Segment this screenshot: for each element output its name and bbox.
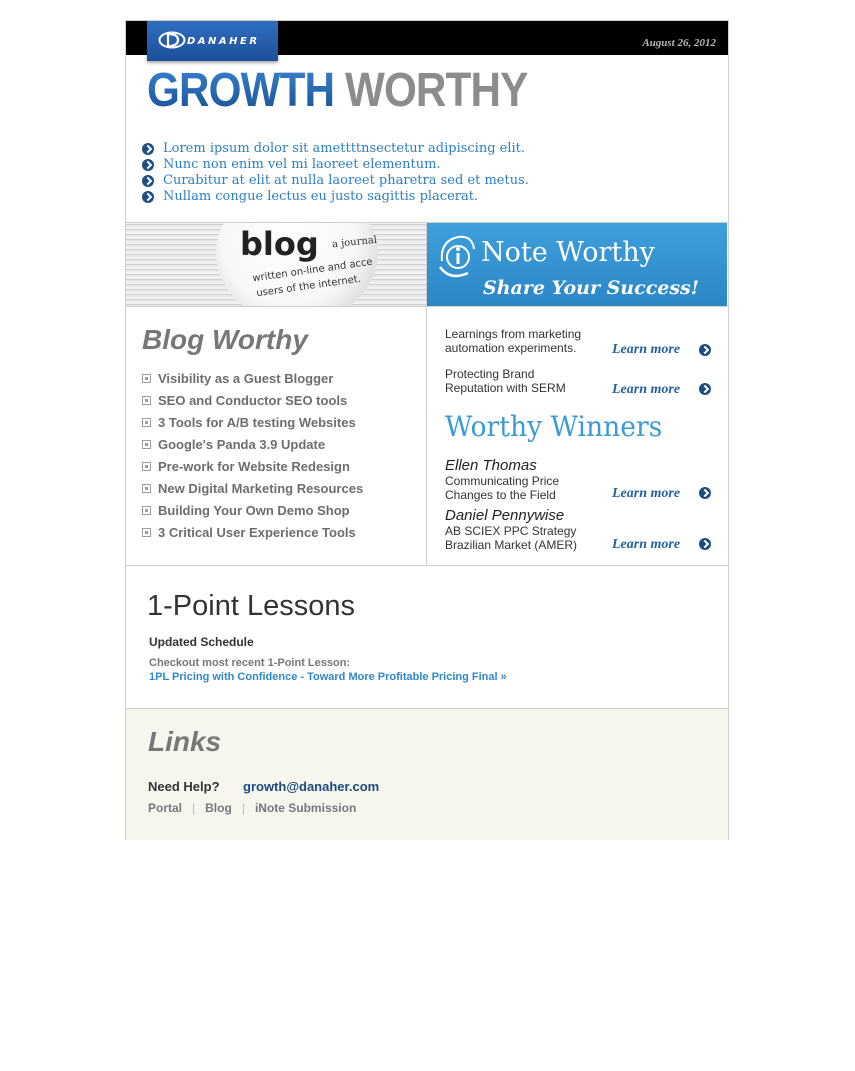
newsletter-title: GROWTH WORTHY [147, 64, 528, 117]
blog-post-link[interactable]: SEO and Conductor SEO tools [142, 393, 363, 415]
blog-worthy-list: Visibility as a Guest Blogger SEO and Co… [142, 371, 363, 547]
chevron-right-icon [142, 143, 154, 155]
nav-separator: | [192, 801, 196, 815]
inote-subtitle: Share Your Success! [483, 277, 700, 299]
help-email-link[interactable]: growth@danaher.com [243, 779, 379, 794]
worthy-winners-heading: Worthy Winners [445, 410, 663, 443]
chevron-right-icon[interactable] [699, 383, 711, 395]
intro-bullet-list: Lorem ipsum dolor sit amettttnsectetur a… [142, 141, 529, 205]
links-section: Links Need Help? growth@danaher.com Port… [126, 708, 728, 840]
newsletter-frame: August 26, 2012 DANAHER GROWTH WORTHY Lo… [125, 20, 729, 840]
chevron-right-icon [142, 191, 154, 203]
winner-name: Ellen Thomas [445, 457, 537, 474]
winner-text: AB SCIEX PPC Strategy Brazilian Market (… [445, 524, 578, 552]
square-bullet-icon [142, 484, 151, 493]
square-bullet-icon [142, 506, 151, 515]
blog-post-link[interactable]: Pre-work for Website Redesign [142, 459, 363, 481]
learn-more-link[interactable]: Learn more [612, 342, 680, 358]
square-bullet-icon [142, 440, 151, 449]
blog-worthy-heading: Blog Worthy [142, 324, 308, 355]
winner-name: Daniel Pennywise [445, 507, 565, 524]
blog-image-word: blog [240, 225, 319, 263]
links-heading: Links [148, 726, 222, 757]
square-bullet-icon [142, 462, 151, 471]
blog-post-link[interactable]: New Digital Marketing Resources [142, 481, 363, 503]
nav-separator: | [241, 801, 245, 815]
nav-link-portal[interactable]: Portal [148, 801, 182, 815]
square-bullet-icon [142, 528, 151, 537]
logo-wordmark: DANAHER [187, 36, 260, 47]
blog-post-link[interactable]: Visibility as a Guest Blogger [142, 371, 363, 393]
intro-bullet[interactable]: Lorem ipsum dolor sit amettttnsectetur a… [142, 141, 529, 157]
blog-post-link[interactable]: Building Your Own Demo Shop [142, 503, 363, 525]
blog-post-link[interactable]: Google's Panda 3.9 Update [142, 437, 363, 459]
chevron-right-icon[interactable] [699, 538, 711, 550]
danaher-logo[interactable]: DANAHER [147, 21, 278, 61]
intro-bullet[interactable]: Nunc non enim vel mi laoreet elementum. [142, 157, 529, 173]
inote-title: Note Worthy [481, 237, 655, 268]
inote-banner[interactable]: Note Worthy Share Your Success! [427, 223, 727, 307]
intro-bullet[interactable]: Curabitur at elit at nulla laoreet phare… [142, 173, 529, 189]
info-i-icon [438, 235, 475, 278]
square-bullet-icon [142, 418, 151, 427]
footer-nav: Portal | Blog | iNote Submission [148, 801, 356, 815]
title-worthy: WORTHY [344, 64, 528, 117]
updated-schedule-link[interactable]: Updated Schedule [149, 635, 254, 649]
chevron-right-icon [142, 175, 154, 187]
need-help-label: Need Help? [148, 779, 220, 794]
blog-post-link[interactable]: 3 Tools for A/B testing Websites [142, 415, 363, 437]
learn-more-link[interactable]: Learn more [612, 537, 680, 553]
note-item-text: Learnings from marketing automation expe… [445, 327, 582, 355]
learn-more-link[interactable]: Learn more [612, 486, 680, 502]
divider [126, 306, 728, 307]
divider [126, 565, 728, 566]
square-bullet-icon [142, 374, 151, 383]
latest-lesson-link[interactable]: 1PL Pricing with Confidence - Toward Mor… [149, 671, 507, 683]
intro-bullet[interactable]: Nullam congue lectus eu justo sagittis p… [142, 189, 529, 205]
square-bullet-icon [142, 396, 151, 405]
chevron-right-icon[interactable] [699, 487, 711, 499]
blog-post-link[interactable]: 3 Critical User Experience Tools [142, 525, 363, 547]
blog-banner-image[interactable]: blog a journal written on-line and acce … [126, 223, 426, 307]
issue-date: August 26, 2012 [642, 37, 716, 49]
learn-more-link[interactable]: Learn more [612, 382, 680, 398]
winner-text: Communicating Price Changes to the Field [445, 474, 560, 502]
chevron-right-icon[interactable] [699, 344, 711, 356]
lessons-checkout-text: Checkout most recent 1-Point Lesson: [149, 657, 351, 669]
title-growth: GROWTH [147, 64, 335, 117]
nav-link-blog[interactable]: Blog [205, 801, 232, 815]
column-divider [426, 223, 427, 566]
lessons-heading: 1-Point Lessons [147, 590, 355, 622]
danaher-logo-icon [158, 31, 186, 49]
nav-link-inote-submission[interactable]: iNote Submission [255, 801, 356, 815]
note-item-text: Protecting Brand Reputation with SERM [445, 367, 566, 395]
chevron-right-icon [142, 159, 154, 171]
